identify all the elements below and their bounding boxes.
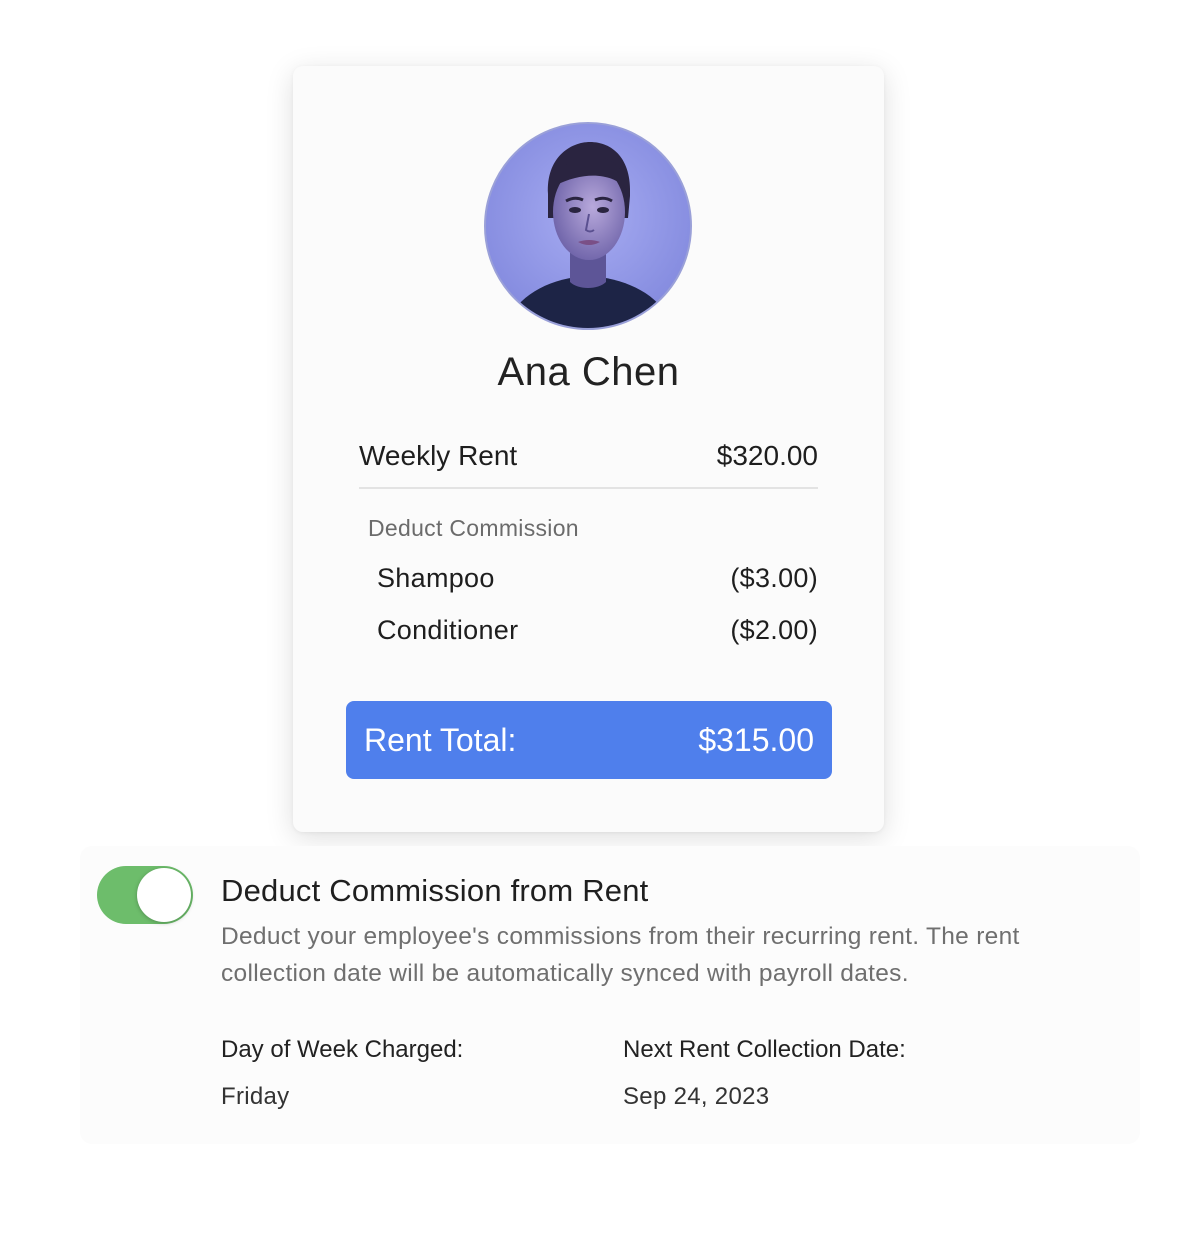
avatar-photo [486, 124, 690, 328]
commission-row-shampoo: Shampoo ($3.00) [377, 563, 818, 594]
next-collection-value: Sep 24, 2023 [623, 1083, 770, 1110]
commission-item-amount: ($2.00) [730, 615, 818, 645]
page: Ana Chen Weekly Rent $320.00 Deduct Comm… [0, 0, 1200, 1243]
setting-description: Deduct your employee's commissions from … [221, 923, 1020, 987]
deduct-commission-label: Deduct Commission [368, 515, 579, 541]
setting-title: Deduct Commission from Rent [221, 873, 649, 908]
next-collection-label: Next Rent Collection Date: [623, 1036, 906, 1063]
rent-total-bar: Rent Total: $315.00 [346, 701, 832, 779]
commission-item-label: Conditioner [377, 615, 519, 645]
weekly-rent-label: Weekly Rent [359, 440, 518, 471]
toggle-knob [137, 868, 191, 922]
employee-name: Ana Chen [497, 350, 680, 394]
deduct-commission-setting: Deduct Commission from Rent Deduct your … [80, 846, 1140, 1144]
rent-summary-card: Ana Chen Weekly Rent $320.00 Deduct Comm… [293, 66, 884, 832]
deduct-commission-toggle[interactable] [97, 866, 193, 924]
rent-total-amount: $315.00 [698, 721, 814, 758]
commission-item-label: Shampoo [377, 563, 495, 593]
commission-row-conditioner: Conditioner ($2.00) [377, 615, 818, 646]
day-of-week-label: Day of Week Charged: [221, 1036, 464, 1063]
day-of-week-value: Friday [221, 1083, 290, 1110]
weekly-rent-amount: $320.00 [716, 440, 818, 471]
commission-item-amount: ($3.00) [730, 563, 818, 593]
weekly-rent-row: Weekly Rent $320.00 [359, 440, 818, 472]
divider [359, 487, 818, 489]
rent-total-label: Rent Total: [364, 721, 517, 758]
avatar [484, 122, 692, 330]
